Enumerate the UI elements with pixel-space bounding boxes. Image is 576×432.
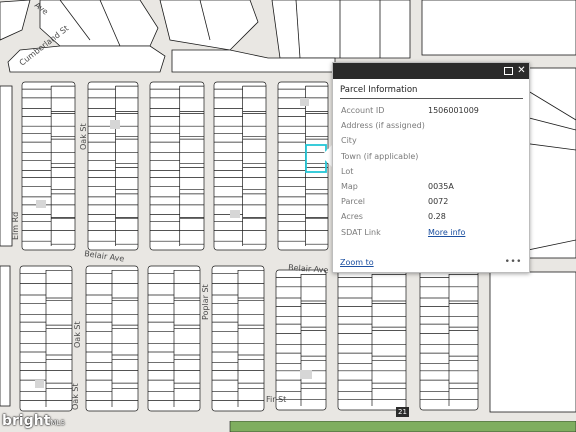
field-label: Map — [341, 182, 358, 192]
field-row-sdat: SDAT Link More info — [341, 225, 529, 240]
park-area — [229, 420, 576, 432]
watermark-brand: bright — [2, 413, 51, 429]
field-label: Acres — [341, 212, 363, 222]
city-block — [87, 81, 139, 251]
field-row-map: Map 0035A — [341, 179, 529, 194]
field-row-address: Address (if assigned) — [341, 118, 529, 133]
field-row-lot: Lot — [341, 164, 529, 179]
city-block — [21, 81, 76, 251]
field-value: 0072 — [428, 197, 449, 207]
zoom-to-link[interactable]: Zoom to — [340, 258, 374, 267]
field-label: City — [341, 136, 357, 146]
field-list: Account ID 1506001009 Address (if assigne… — [341, 103, 529, 240]
field-value: 0035A — [428, 182, 454, 192]
field-row-account-id: Account ID 1506001009 — [341, 103, 529, 118]
street-label-fir: Fir St — [266, 395, 286, 404]
field-label: Address (if assigned) — [341, 121, 425, 131]
parcel-info-popup: ✕ Parcel Information Account ID 150600100… — [332, 62, 530, 273]
city-block — [149, 81, 205, 251]
close-icon[interactable]: ✕ — [516, 65, 527, 76]
field-value: 1506001009 — [428, 106, 479, 116]
street-label-oak-upper: Oak St — [79, 123, 88, 150]
field-label: Parcel — [341, 197, 366, 207]
field-label: Lot — [341, 166, 354, 176]
field-row-city: City — [341, 133, 529, 148]
maximize-icon[interactable] — [503, 65, 514, 76]
street-label-oak-lower: Oak St — [71, 383, 80, 410]
field-row-parcel: Parcel 0072 — [341, 194, 529, 209]
route-shield: 21 — [396, 407, 409, 417]
popup-title-bar: ✕ — [333, 63, 529, 79]
brightmls-watermark: brightMLS — [2, 410, 65, 429]
field-label: Town (if applicable) — [341, 151, 419, 161]
field-label: Account ID — [341, 106, 385, 116]
street-label-poplar: Poplar St — [201, 284, 210, 320]
watermark-suffix: MLS — [50, 419, 65, 427]
more-options-button[interactable]: ••• — [505, 257, 522, 267]
field-row-acres: Acres 0.28 — [341, 209, 529, 224]
field-row-town: Town (if applicable) — [341, 149, 529, 164]
popup-title: Parcel Information — [340, 85, 523, 99]
field-label: SDAT Link — [341, 227, 381, 237]
more-info-link[interactable]: More info — [428, 228, 465, 237]
city-block — [213, 81, 267, 251]
field-value: 0.28 — [428, 212, 446, 222]
street-label-oak-mid: Oak St — [73, 321, 82, 348]
street-label-elm: Elm Rd — [11, 212, 20, 240]
popup-footer: Zoom to ••• — [340, 256, 522, 268]
